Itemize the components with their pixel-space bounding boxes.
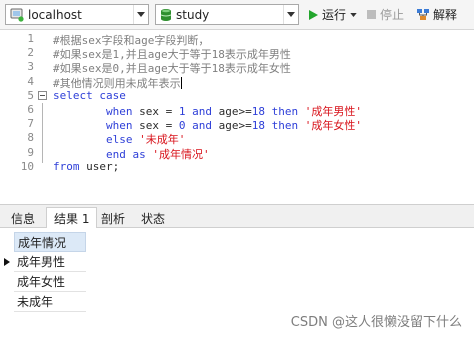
connection-select[interactable]: localhost bbox=[5, 4, 149, 25]
stop-button[interactable]: 停止 bbox=[366, 4, 404, 25]
tab-info[interactable]: 信息 bbox=[4, 208, 42, 229]
code-token: age>= bbox=[211, 105, 252, 118]
code-text: from user; bbox=[53, 160, 119, 173]
code-line: 7 when sex = 0 and age>=18 then '成年女性' bbox=[0, 117, 474, 133]
stop-label: 停止 bbox=[380, 8, 405, 22]
toolbar: localhost study 运行 停止 解释 bbox=[0, 0, 474, 30]
db-connection-icon bbox=[10, 8, 24, 22]
code-line: 6 when sex = 1 and age>=18 then '成年男性' bbox=[0, 103, 474, 118]
line-number: 7 bbox=[27, 117, 34, 131]
code-token: then bbox=[271, 119, 299, 133]
result-tabs: 信息 结果 1 剖析 状态 bbox=[0, 204, 474, 229]
stop-icon bbox=[366, 9, 377, 20]
code-token: and bbox=[192, 105, 212, 118]
code-token: 18 bbox=[251, 105, 265, 118]
explain-button[interactable]: 解释 bbox=[416, 4, 457, 25]
table-row[interactable]: 成年女性 bbox=[14, 272, 86, 292]
line-number: 8 bbox=[27, 131, 34, 145]
chevron-down-icon[interactable] bbox=[350, 12, 357, 17]
code-token: age>= bbox=[211, 119, 252, 133]
code-token: 18 bbox=[251, 119, 265, 133]
tab-profile[interactable]: 剖析 bbox=[94, 208, 132, 229]
code-token: '成年情况' bbox=[152, 147, 210, 161]
explain-label: 解释 bbox=[433, 8, 458, 22]
database-icon bbox=[160, 8, 172, 22]
code-token: when bbox=[105, 105, 133, 118]
line-number: 5 bbox=[27, 88, 34, 102]
code-token: user; bbox=[79, 159, 120, 173]
tab-status[interactable]: 状态 bbox=[134, 208, 172, 229]
line-number: 9 bbox=[27, 145, 34, 159]
current-row-arrow-icon bbox=[0, 252, 14, 272]
line-number: 3 bbox=[27, 60, 34, 74]
sql-editor[interactable]: 1 #根据sex字段和age字段判断， 2 #如果sex是1,并且age大于等于18表… bbox=[0, 30, 474, 204]
tab-result-1[interactable]: 结果 1 bbox=[46, 207, 98, 229]
run-label: 运行 bbox=[322, 8, 347, 22]
watermark: CSDN @这人很懒没留下什么 bbox=[290, 315, 462, 330]
code-line: 9 end as '成年情况' bbox=[0, 145, 474, 161]
line-number: 4 bbox=[27, 74, 34, 88]
code-line: 2 #如果sex是1,并且age大于等于18表示成年男性 bbox=[0, 46, 474, 62]
code-token: '未成年' bbox=[139, 133, 186, 147]
code-text: select case bbox=[53, 89, 126, 102]
code-token: '成年男性' bbox=[304, 105, 362, 118]
explain-icon bbox=[416, 8, 430, 21]
code-token: #如果sex是0,并且age大于等于18表示成年女性 bbox=[53, 62, 291, 76]
code-token: sex = bbox=[132, 119, 179, 133]
code-token: and bbox=[192, 119, 212, 133]
code-token: #根据sex字段和age字段判断， bbox=[53, 34, 210, 47]
code-token: select case bbox=[53, 88, 126, 102]
code-line: 3 #如果sex是0,并且age大于等于18表示成年女性 bbox=[0, 60, 474, 76]
table-row[interactable]: 未成年 bbox=[14, 292, 86, 312]
fold-collapse-icon[interactable] bbox=[38, 90, 47, 100]
code-line: 1 #根据sex字段和age字段判断， bbox=[0, 32, 474, 47]
code-line: 8 else '未成年' bbox=[0, 131, 474, 147]
code-token: then bbox=[271, 105, 299, 118]
code-line: 10 from user; bbox=[0, 160, 474, 174]
code-token: as bbox=[132, 147, 146, 161]
line-number: 1 bbox=[27, 32, 34, 45]
text-cursor bbox=[180, 76, 182, 89]
code-token: #如果sex是1,并且age大于等于18表示成年男性 bbox=[53, 48, 291, 62]
database-name: study bbox=[176, 7, 210, 22]
chevron-down-icon[interactable] bbox=[283, 5, 298, 24]
code-token: sex = bbox=[132, 105, 179, 118]
code-token: #其他情况则用未成年表示 bbox=[53, 76, 181, 90]
line-number: 10 bbox=[20, 159, 34, 173]
code-token: from bbox=[53, 159, 80, 173]
connection-name: localhost bbox=[28, 7, 82, 22]
code-token: '成年女性' bbox=[304, 119, 362, 133]
code-line: 5 select case bbox=[0, 89, 474, 103]
chevron-down-icon[interactable] bbox=[133, 5, 148, 24]
line-number: 2 bbox=[27, 46, 34, 60]
play-icon bbox=[307, 9, 319, 21]
table-row[interactable]: 成年男性 bbox=[14, 252, 86, 272]
code-token: end bbox=[105, 147, 126, 161]
code-line: 4 #其他情况则用未成年表示 bbox=[0, 74, 474, 90]
code-token: else bbox=[105, 133, 133, 147]
run-button[interactable]: 运行 bbox=[307, 4, 357, 25]
line-number: 6 bbox=[27, 103, 34, 116]
database-select[interactable]: study bbox=[155, 4, 299, 25]
code-token: when bbox=[105, 119, 133, 133]
column-header[interactable]: 成年情况 bbox=[14, 232, 86, 252]
